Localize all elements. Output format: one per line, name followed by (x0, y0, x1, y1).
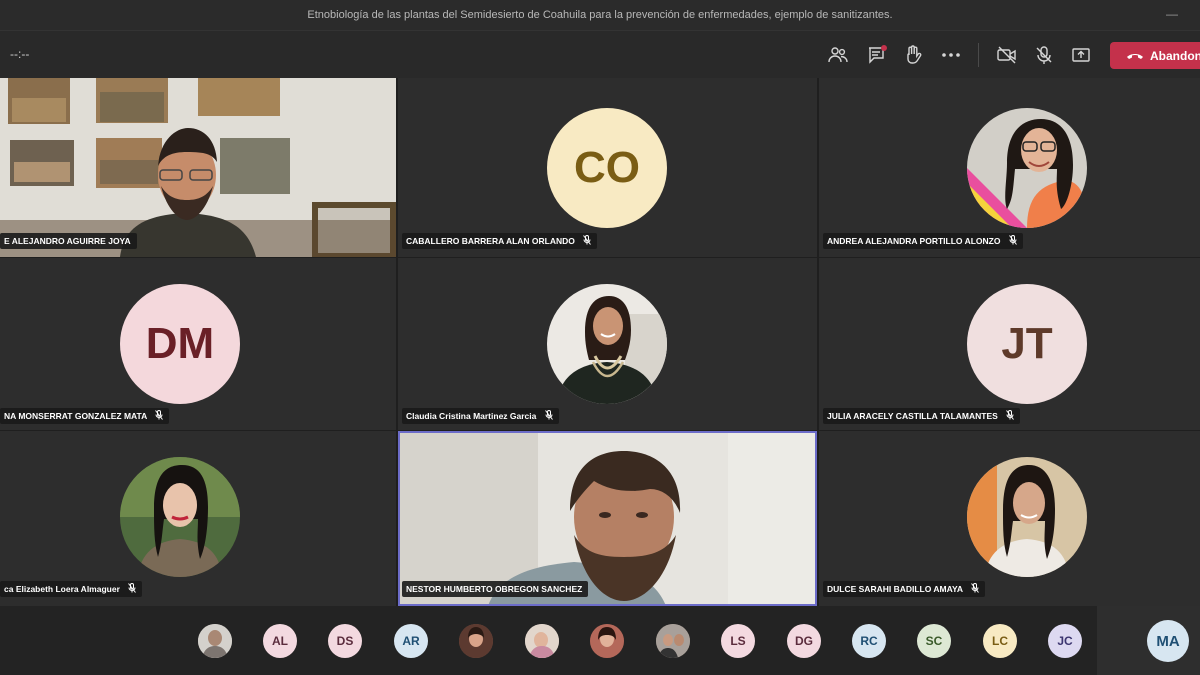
self-avatar: MA (1147, 620, 1189, 662)
participant-tile[interactable]: DM NA MONSERRAT GONZALEZ MATA (0, 258, 396, 430)
meeting-toolbar: --:-- Abandonar (0, 30, 1200, 79)
more-options-icon[interactable] (940, 44, 962, 66)
participant-name-tag: CABALLERO BARRERA ALAN ORLANDO (402, 233, 598, 249)
participant-name-tag: ANDREA ALEJANDRA PORTILLO ALONZO (823, 233, 1023, 249)
camera-off-icon[interactable] (996, 44, 1018, 66)
window-title: Etnobiología de las plantas del Semidesi… (307, 9, 893, 21)
meeting-timer: --:-- (10, 47, 30, 61)
participant-avatar (547, 284, 667, 404)
overflow-avatar-photo[interactable] (590, 624, 624, 658)
participant-name: E ALEJANDRO AGUIRRE JOYA (4, 236, 131, 246)
participant-name-tag: NESTOR HUMBERTO OBREGON SANCHEZ (402, 581, 589, 597)
mic-icon (155, 410, 164, 420)
participant-tile[interactable]: Claudia Cristina Martinez Garcia (398, 258, 817, 430)
mic-off-icon[interactable] (1033, 44, 1055, 66)
participant-tile[interactable]: ANDREA ALEJANDRA PORTILLO ALONZO (819, 78, 1200, 257)
participant-tile[interactable]: JT JULIA ARACELY CASTILLA TALAMANTES (819, 258, 1200, 430)
overflow-avatar-photo[interactable] (656, 624, 690, 658)
overflow-avatar-photo[interactable] (525, 624, 559, 658)
overflow-avatar[interactable]: SC (917, 624, 951, 658)
participant-avatar: JT (967, 284, 1087, 404)
participant-name: NA MONSERRAT GONZALEZ MATA (4, 411, 147, 421)
mic-icon (544, 410, 553, 420)
participant-name-tag: DULCE SARAHI BADILLO AMAYA (823, 581, 986, 597)
participant-name: CABALLERO BARRERA ALAN ORLANDO (406, 236, 575, 246)
overflow-avatar-photo[interactable] (459, 624, 493, 658)
avatar-photo (525, 624, 559, 658)
leave-button[interactable]: Abandonar (1110, 42, 1200, 69)
minimize-icon[interactable]: — (1166, 8, 1178, 20)
overflow-avatar[interactable]: DS (328, 624, 362, 658)
overflow-avatar[interactable]: JC (1048, 624, 1082, 658)
leave-button-label: Abandonar (1150, 49, 1200, 63)
participant-name-tag: Claudia Cristina Martinez Garcia (402, 408, 559, 424)
mic-icon (583, 235, 592, 245)
avatar-initials: JT (1001, 319, 1053, 368)
participant-name-tag: E ALEJANDRO AGUIRRE JOYA (0, 233, 137, 249)
overflow-avatar[interactable]: AR (394, 624, 428, 658)
participant-tile-active-speaker[interactable]: NESTOR HUMBERTO OBREGON SANCHEZ (398, 431, 817, 606)
participant-name: DULCE SARAHI BADILLO AMAYA (827, 584, 963, 594)
avatar-photo (656, 624, 690, 658)
avatar-photo (198, 624, 232, 658)
window-titlebar: Etnobiología de las plantas del Semidesi… (0, 0, 1200, 30)
participant-name: ANDREA ALEJANDRA PORTILLO ALONZO (827, 236, 1001, 246)
mic-icon (1006, 410, 1015, 420)
video-grid: E ALEJANDRO AGUIRRE JOYA CO CABALLERO BA… (0, 78, 1200, 606)
participant-avatar (967, 108, 1087, 228)
participant-name-tag: NA MONSERRAT GONZALEZ MATA (0, 408, 170, 424)
participant-tile[interactable]: DULCE SARAHI BADILLO AMAYA (819, 431, 1200, 606)
participant-avatar: DM (120, 284, 240, 404)
participant-name: ca Elizabeth Loera Almaguer (4, 584, 120, 594)
avatar-initials: CO (574, 143, 640, 192)
participant-name: JULIA ARACELY CASTILLA TALAMANTES (827, 411, 998, 421)
participant-name-tag: ca Elizabeth Loera Almaguer (0, 581, 143, 597)
overflow-participants-strip: AL DS AR LS DG RC SC LC JC MA (0, 606, 1200, 675)
mic-icon (1008, 235, 1017, 245)
avatar-photo (459, 624, 493, 658)
participant-avatar (120, 457, 240, 577)
participant-video-feed (0, 78, 396, 257)
participant-avatar (967, 457, 1087, 577)
participant-tile[interactable]: CO CABALLERO BARRERA ALAN ORLANDO (398, 78, 817, 257)
participant-avatar: CO (547, 108, 667, 228)
overflow-avatar[interactable]: RC (852, 624, 886, 658)
overflow-avatar[interactable]: DG (787, 624, 821, 658)
overflow-avatar[interactable]: LC (983, 624, 1017, 658)
avatar-photo (590, 624, 624, 658)
overflow-avatar[interactable]: LS (721, 624, 755, 658)
mic-icon (128, 583, 137, 593)
overflow-avatar-photo[interactable] (198, 624, 232, 658)
hang-up-icon (1127, 54, 1143, 59)
chat-icon[interactable] (866, 44, 888, 66)
participant-name: Claudia Cristina Martinez Garcia (406, 411, 537, 421)
participant-name-tag: JULIA ARACELY CASTILLA TALAMANTES (823, 408, 1021, 424)
participant-video-feed (398, 431, 817, 606)
mic-icon (971, 583, 979, 593)
participant-tile[interactable]: ca Elizabeth Loera Almaguer (0, 431, 396, 606)
self-preview[interactable]: MA (1097, 606, 1200, 675)
raise-hand-icon[interactable] (902, 44, 924, 66)
share-screen-icon[interactable] (1070, 44, 1092, 66)
toolbar-divider (978, 43, 979, 67)
participant-name: NESTOR HUMBERTO OBREGON SANCHEZ (406, 584, 583, 594)
avatar-initials: DM (145, 319, 215, 368)
overflow-avatar[interactable]: AL (263, 624, 297, 658)
participants-icon[interactable] (827, 44, 849, 66)
participant-tile[interactable]: E ALEJANDRO AGUIRRE JOYA (0, 78, 396, 257)
